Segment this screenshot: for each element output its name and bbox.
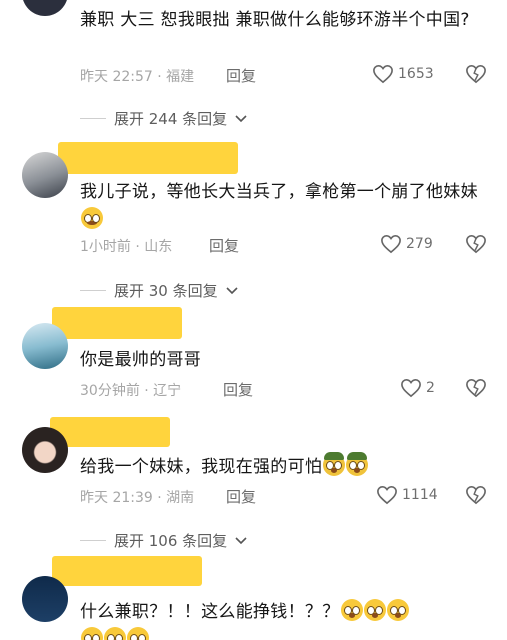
like-count: 2 <box>426 380 435 396</box>
flushed-emoji-icon <box>386 599 409 621</box>
comment-text: 兼职 大三 恕我眼拙 兼职做什么能够环游半个中国? <box>80 10 470 30</box>
like-count: 1653 <box>398 66 434 82</box>
reply-button[interactable]: 回复 <box>226 486 256 507</box>
comment-time-location: 昨天 22:57 · 福建 <box>80 69 195 85</box>
soldier-emoji-icon <box>346 452 369 476</box>
reply-button[interactable]: 回复 <box>223 379 253 400</box>
comment-text: 你是最帅的哥哥 <box>80 350 202 370</box>
expand-label: 展开 106 条回复 <box>114 532 228 550</box>
chevron-down-icon <box>235 536 247 544</box>
soldier-emoji-icon <box>323 452 346 476</box>
heart-icon <box>373 64 393 84</box>
heart-icon <box>401 378 421 398</box>
like-button[interactable]: 1114 <box>376 485 438 505</box>
dislike-icon[interactable] <box>465 485 487 505</box>
avatar[interactable] <box>22 323 68 369</box>
like-count: 279 <box>406 236 433 252</box>
comment-time-location: 30分钟前 · 辽宁 <box>80 383 182 399</box>
flushed-emoji-icon <box>104 627 126 640</box>
username-mask <box>52 307 182 339</box>
flushed-emoji-icon <box>81 627 103 640</box>
comment-time-location: 昨天 21:39 · 湖南 <box>80 490 195 506</box>
reply-button[interactable]: 回复 <box>226 65 256 86</box>
heart-icon <box>381 234 401 254</box>
expand-label: 展开 244 条回复 <box>114 110 228 128</box>
chevron-down-icon <box>226 286 238 294</box>
reply-button[interactable]: 回复 <box>209 235 239 256</box>
comment-text: 什么兼职？！！这么能挣钱！？？ <box>80 598 500 640</box>
comment-text: 给我一个妹妹，我现在强的可怕 <box>80 452 480 481</box>
like-count: 1114 <box>402 487 438 503</box>
username-mask <box>58 142 238 174</box>
divider <box>80 540 106 541</box>
expand-replies[interactable]: 展开 244 条回复 <box>80 108 247 129</box>
avatar[interactable] <box>22 427 68 473</box>
username-mask <box>50 417 170 447</box>
heart-icon <box>377 485 397 505</box>
crying-emoji-icon <box>81 207 103 229</box>
dislike-icon[interactable] <box>465 378 487 398</box>
avatar[interactable] <box>22 0 68 16</box>
like-button[interactable]: 2 <box>400 378 435 398</box>
expand-label: 展开 30 条回复 <box>114 282 218 300</box>
divider <box>80 118 106 119</box>
dislike-icon[interactable] <box>465 234 487 254</box>
comment-text: 我儿子说，等他长大当兵了，拿枪第一个崩了他妹妹 <box>80 178 480 234</box>
avatar[interactable] <box>22 152 68 198</box>
flushed-emoji-icon <box>363 599 386 621</box>
expand-replies[interactable]: 展开 106 条回复 <box>80 530 247 551</box>
dislike-icon[interactable] <box>465 64 487 84</box>
like-button[interactable]: 279 <box>380 234 433 254</box>
username-mask <box>52 556 202 586</box>
expand-replies[interactable]: 展开 30 条回复 <box>80 280 238 301</box>
divider <box>80 290 106 291</box>
like-button[interactable]: 1653 <box>372 64 434 84</box>
flushed-emoji-icon <box>127 627 149 640</box>
comment-time-location: 1小时前 · 山东 <box>80 239 173 255</box>
flushed-emoji-icon <box>340 599 363 621</box>
chevron-down-icon <box>235 114 247 122</box>
avatar[interactable] <box>22 576 68 622</box>
